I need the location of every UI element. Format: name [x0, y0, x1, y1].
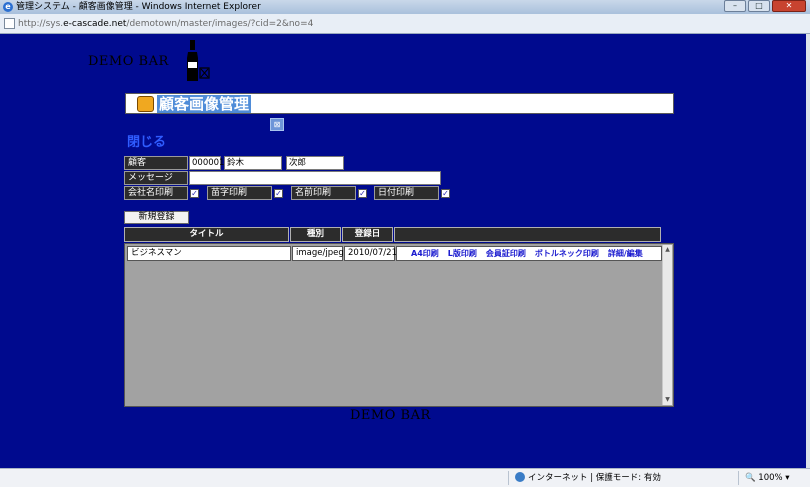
- new-register-button[interactable]: 新規登録: [124, 211, 189, 224]
- globe-icon: [515, 472, 525, 482]
- row-date-cell: 2010/07/21: [344, 246, 397, 261]
- row-actions-cell: A4印刷 L版印刷 会員証印刷 ボトルネック印刷 詳細/編集: [396, 246, 662, 261]
- page-scrollbar[interactable]: [806, 34, 810, 468]
- print-date-checkbox[interactable]: ✓: [441, 189, 450, 198]
- window-title: 管理システム - 顧客画像管理 - Windows Internet Explo…: [16, 2, 261, 12]
- zoom-level: 100%: [758, 473, 783, 483]
- ie-icon: e: [3, 2, 13, 12]
- row-title-cell: ビジネスマン: [127, 246, 291, 261]
- customer-id-field: 000001: [189, 156, 224, 170]
- maximize-button[interactable]: □: [748, 0, 770, 12]
- message-label: メッセージ: [124, 171, 188, 185]
- print-l-size-link[interactable]: L版印刷: [448, 249, 477, 258]
- print-company-checkbox[interactable]: ✓: [190, 189, 199, 198]
- zoom-control[interactable]: 🔍 100% ▾: [745, 469, 790, 487]
- status-bar: インターネット | 保護モード: 有効 🔍 100% ▾: [0, 468, 810, 487]
- page-icon: [4, 18, 15, 29]
- column-header-date: 登録日: [342, 227, 393, 242]
- url-text[interactable]: http://sys.e-cascade.net/demotown/master…: [18, 17, 313, 31]
- column-header-title: タイトル: [124, 227, 289, 242]
- print-member-card-link[interactable]: 会員証印刷: [486, 249, 526, 258]
- image-icon[interactable]: ⊠: [270, 118, 284, 131]
- demo-bar-logo-bottom: DEMO BAR: [350, 408, 431, 423]
- customer-label: 顧客: [124, 156, 188, 170]
- table-row: ビジネスマン image/jpeg 2010/07/21 A4印刷 L版印刷 会員証…: [127, 246, 662, 261]
- url-path: /demotown/master/images/?cid=2&no=4: [126, 19, 314, 29]
- beer-mug-icon: [137, 96, 154, 112]
- scroll-up-icon[interactable]: ▲: [663, 245, 672, 255]
- bottle-logo-icon: [187, 40, 210, 81]
- page-title-bar: 顧客画像管理: [125, 93, 674, 114]
- scroll-down-icon[interactable]: ▼: [663, 395, 672, 405]
- minimize-button[interactable]: –: [724, 0, 746, 12]
- detail-edit-link[interactable]: 詳細/編集: [608, 249, 643, 258]
- print-surname-label: 苗字印刷: [207, 186, 272, 200]
- print-bottle-neck-link[interactable]: ボトルネック印刷: [535, 249, 599, 258]
- zone-text: インターネット | 保護モード: 有効: [528, 473, 661, 483]
- status-separator: [508, 471, 509, 485]
- demo-bar-logo-top: DEMO BAR: [88, 54, 169, 69]
- page-title: 顧客画像管理: [157, 95, 252, 113]
- window-titlebar: e 管理システム - 顧客画像管理 - Windows Internet Exp…: [0, 0, 810, 14]
- url-prefix: http://sys.: [18, 19, 64, 29]
- column-header-actions: [394, 227, 661, 242]
- table-scrollbar[interactable]: ▲ ▼: [662, 245, 672, 405]
- print-date-label: 日付印刷: [374, 186, 439, 200]
- row-type-cell: image/jpeg: [292, 246, 344, 261]
- status-separator: [738, 471, 739, 485]
- address-bar[interactable]: http://sys.e-cascade.net/demotown/master…: [0, 14, 810, 34]
- window-controls: – □ ✕: [724, 0, 806, 14]
- message-input[interactable]: [189, 171, 441, 185]
- print-name-checkbox[interactable]: ✓: [358, 189, 367, 198]
- security-zone: インターネット | 保護モード: 有効: [515, 469, 661, 487]
- print-name-label: 名前印刷: [291, 186, 356, 200]
- customer-lastname-field: 鈴木: [224, 156, 282, 170]
- print-a4-link[interactable]: A4印刷: [411, 249, 439, 258]
- image-list-table: ビジネスマン image/jpeg 2010/07/21 A4印刷 L版印刷 会員証…: [124, 243, 674, 407]
- print-surname-checkbox[interactable]: ✓: [274, 189, 283, 198]
- customer-firstname-field: 次郎: [286, 156, 344, 170]
- url-domain: e-cascade.net: [63, 19, 127, 29]
- column-header-type: 種別: [290, 227, 341, 242]
- close-window-button[interactable]: ✕: [772, 0, 806, 12]
- print-company-label: 会社名印刷: [124, 186, 188, 200]
- close-link[interactable]: 閉じる: [127, 131, 166, 150]
